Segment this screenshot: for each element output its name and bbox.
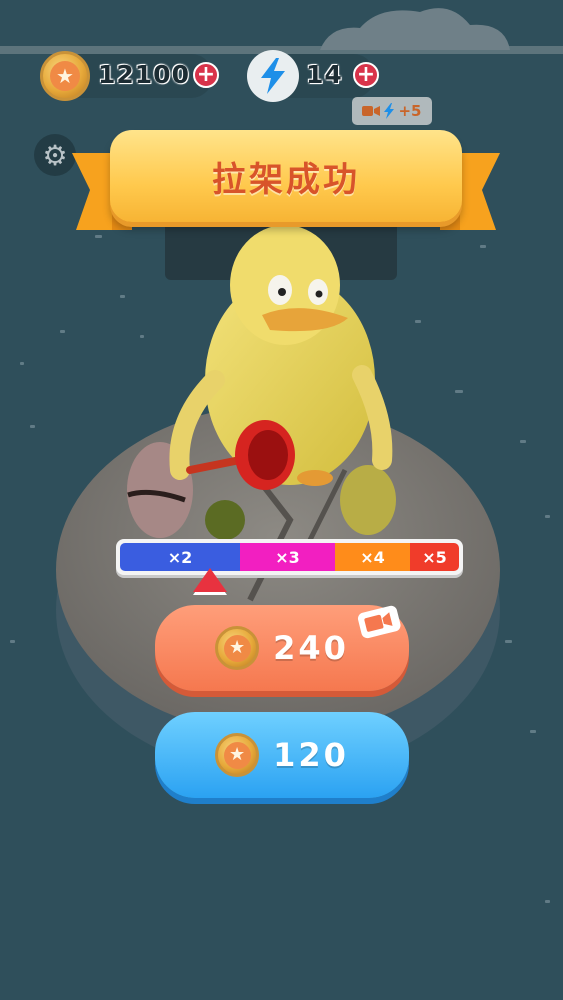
multiplier-pointer (193, 568, 227, 592)
claim-reward-button[interactable]: ★ 120 (155, 712, 409, 798)
star-coin-icon: ★ (215, 733, 260, 777)
energy-count: 14 (306, 60, 343, 89)
multiplier-label: ×3 (275, 547, 300, 567)
star-coin-icon: ★ (215, 626, 260, 670)
coin-count: 12100 (98, 60, 190, 89)
multiplier-label: ×5 (422, 547, 447, 567)
add-coins-button[interactable]: + (193, 62, 219, 88)
gear-icon[interactable]: ⚙ (34, 134, 76, 176)
video-camera-icon (362, 106, 381, 116)
ad-energy-bonus[interactable]: +5 (352, 97, 432, 125)
multiplier-bar: ×2 ×3 ×4 ×5 (116, 539, 463, 575)
reward-amount: 120 (273, 736, 349, 774)
multiplier-segment-x5: ×5 (410, 543, 459, 571)
multiplier-segment-x4: ×4 (335, 543, 410, 571)
lightning-small-icon (384, 103, 395, 119)
multiplier-label: ×4 (360, 547, 385, 567)
ad-bonus-label: +5 (398, 102, 422, 120)
add-energy-button[interactable]: + (353, 62, 379, 88)
multiplier-label: ×2 (167, 547, 193, 567)
lightning-icon (247, 50, 299, 102)
multiplier-segment-x2: ×2 (120, 543, 240, 571)
star-coin-icon: ★ (40, 51, 90, 101)
banner-title: 拉架成功 (212, 159, 360, 200)
multiplied-reward-amount: 240 (273, 629, 349, 667)
result-banner: 拉架成功 (110, 130, 462, 222)
multiplier-segment-x3: ×3 (240, 543, 335, 571)
